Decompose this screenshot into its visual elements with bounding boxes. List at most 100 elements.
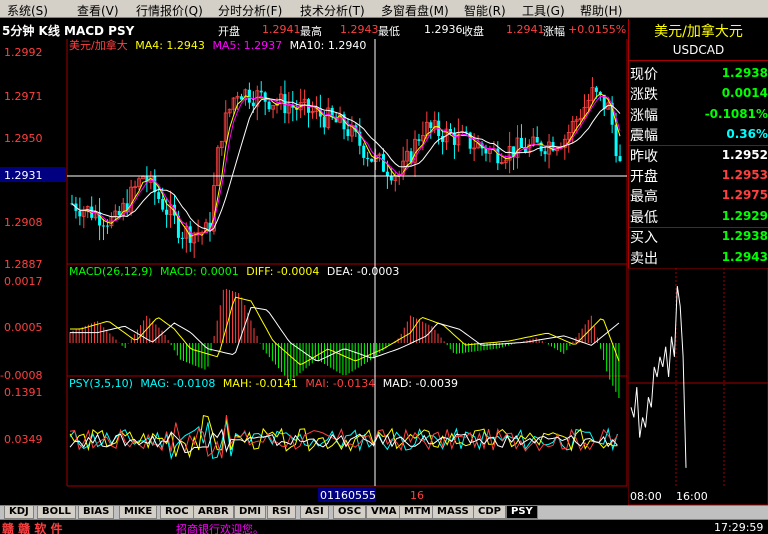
ma10-value: MA10: 1.2940 bbox=[290, 39, 367, 52]
ma5-value: MA5: 1.2937 bbox=[212, 39, 282, 52]
mad-value: MAD: -0.0039 bbox=[383, 377, 458, 390]
low-label: 最低 bbox=[378, 25, 400, 38]
brand-name: 赣 赣 软 件 bbox=[2, 522, 63, 534]
tab-boll[interactable]: BOLL bbox=[37, 506, 76, 519]
quote-label: 开盘 bbox=[630, 169, 658, 185]
tab-roc[interactable]: ROC bbox=[160, 506, 194, 519]
menu-system[interactable]: 系统(S) bbox=[7, 2, 48, 19]
tab-cdp[interactable]: CDP bbox=[473, 506, 506, 519]
close-value: 1.2941 bbox=[506, 23, 545, 36]
menu-quotes[interactable]: 行情报价(Q) bbox=[136, 2, 203, 19]
status-bar: 赣 赣 软 件 招商银行欢迎您。 17:29:59 bbox=[0, 519, 768, 534]
tab-bias[interactable]: BIAS bbox=[78, 506, 115, 519]
quote-value: 1.2929 bbox=[721, 208, 768, 223]
high-label: 最高 bbox=[300, 25, 322, 38]
quote-row: 涨跌 0.0014 bbox=[629, 83, 768, 103]
quote-row: 买入 1.2938 bbox=[629, 226, 768, 246]
quote-row: 卖出 1.2943 bbox=[629, 247, 768, 267]
svg-text:MACD(26,12,9) MACD: 0.0001: MACD(26,12,9) MACD: 0.0001 DIFF: -0.0004… bbox=[69, 265, 399, 278]
menu-smart[interactable]: 智能(R) bbox=[464, 2, 506, 19]
svg-text:PSY(3,5,10) MAG: -0.0108: PSY(3,5,10) MAG: -0.0108 MAH: -0.0141 MA… bbox=[69, 377, 458, 390]
tab-vma[interactable]: VMA bbox=[366, 506, 402, 519]
quote-value: 1.2938 bbox=[721, 66, 768, 80]
macd-tick: 0.0017 bbox=[4, 275, 43, 288]
clock: 17:29:59 bbox=[714, 521, 764, 534]
tab-arbr[interactable]: ARBR bbox=[193, 506, 234, 519]
price-tick: 1.2971 bbox=[4, 90, 43, 103]
quote-label: 涨跌 bbox=[630, 87, 658, 104]
tab-dmi[interactable]: DMI bbox=[234, 506, 266, 519]
tab-rsi[interactable]: RSI bbox=[267, 506, 296, 519]
quote-panel: 美元/加拿大元 USDCAD 现价 1.2938 涨跌 0.0014 涨幅 -0.1081… bbox=[628, 19, 768, 268]
diff-value: DIFF: -0.0004 bbox=[246, 265, 319, 278]
quote-value: 1.2952 bbox=[721, 147, 768, 162]
menu-help[interactable]: 帮助(H) bbox=[580, 2, 622, 19]
menu-view[interactable]: 查看(V) bbox=[77, 2, 119, 19]
dea-value: DEA: -0.0003 bbox=[327, 265, 399, 278]
quote-label: 昨收 bbox=[630, 148, 658, 165]
period-title: 5分钟 K线 MACD PSY bbox=[2, 24, 135, 38]
quote-label: 最高 bbox=[630, 189, 658, 206]
change-label: 涨幅 bbox=[543, 25, 565, 38]
quote-label: 卖出 bbox=[630, 250, 658, 267]
quote-value: 1.2953 bbox=[721, 168, 768, 182]
quote-row: 震幅 0.36% bbox=[629, 124, 768, 144]
quote-value: -0.1081% bbox=[704, 106, 768, 121]
quote-label: 涨幅 bbox=[630, 107, 658, 124]
quote-label: 震幅 bbox=[630, 128, 658, 145]
macd-value: MACD: 0.0001 bbox=[160, 265, 239, 278]
quote-value: 1.2938 bbox=[721, 229, 768, 244]
close-label: 收盘 bbox=[462, 25, 484, 38]
ma4-value: MA4: 1.2943 bbox=[135, 39, 205, 52]
tab-mike[interactable]: MIKE bbox=[119, 506, 158, 519]
low-value: 1.2936 bbox=[424, 23, 463, 36]
quote-value: 1.2943 bbox=[721, 249, 768, 264]
price-tick: 1.2908 bbox=[4, 216, 43, 229]
macd-tick: -0.0008 bbox=[0, 369, 42, 382]
tab-mtm[interactable]: MTM bbox=[399, 506, 436, 519]
tab-psy[interactable]: PSY bbox=[506, 506, 538, 519]
tab-kdj[interactable]: KDJ bbox=[4, 506, 34, 519]
quote-info-bar: 5分钟 K线 MACD PSY 开盘 1.2941 最高 1.2943 最低 1… bbox=[0, 19, 628, 39]
tab-osc[interactable]: OSC bbox=[333, 506, 367, 519]
macd-tick: 0.0005 bbox=[4, 321, 43, 334]
kline-chart[interactable]: 1.2992 1.2971 1.2950 1.2931 1.2908 1.288… bbox=[0, 39, 628, 505]
high-value: 1.2943 bbox=[340, 23, 379, 36]
intraday-chart[interactable]: 08:00 16:00 bbox=[628, 268, 768, 505]
psy-tick: 0.0349 bbox=[4, 433, 43, 446]
menu-multiwindow[interactable]: 多窗看盘(M) bbox=[381, 2, 449, 19]
quote-value: 0.36% bbox=[726, 127, 768, 142]
price-tick: 1.2950 bbox=[4, 132, 43, 145]
instrument-name: 美元/加拿大元 bbox=[654, 24, 743, 40]
psy-name: PSY(3,5,10) bbox=[69, 377, 133, 390]
menu-technical[interactable]: 技术分析(T) bbox=[300, 2, 365, 19]
open-value: 1.2941 bbox=[262, 23, 301, 36]
mah-value: MAH: -0.0141 bbox=[223, 377, 298, 390]
svg-text:美元/加拿大 MA4: 1.2943 MA5: 美元/加拿大 MA4: 1.2943 MA5: 1.2937 MA10: 1.2… bbox=[69, 39, 366, 52]
quote-row: 昨收 1.2952 bbox=[629, 145, 768, 165]
quote-label: 现价 bbox=[630, 67, 658, 83]
cursor-minute: 16 bbox=[410, 489, 424, 502]
change-value: +0.0155% bbox=[568, 23, 627, 36]
mini-time-end: 16:00 bbox=[676, 490, 708, 503]
mini-time-start: 08:00 bbox=[630, 490, 662, 503]
quote-value: 1.2975 bbox=[721, 188, 768, 203]
tab-asi[interactable]: ASI bbox=[300, 506, 329, 519]
marquee-text: 招商银行欢迎您。 bbox=[176, 523, 264, 534]
quote-row: 现价 1.2938 bbox=[629, 63, 768, 83]
menu-timeshare[interactable]: 分时分析(F) bbox=[218, 2, 282, 19]
menu-tools[interactable]: 工具(G) bbox=[522, 2, 565, 19]
quote-row: 最高 1.2975 bbox=[629, 185, 768, 205]
macd-name: MACD(26,12,9) bbox=[69, 265, 153, 278]
tab-mass[interactable]: MASS bbox=[432, 506, 474, 519]
instrument-code: USDCAD bbox=[672, 43, 725, 57]
price-series-name: 美元/加拿大 bbox=[69, 39, 128, 52]
quote-label: 买入 bbox=[630, 230, 658, 247]
quote-value: 0.0014 bbox=[721, 86, 768, 101]
menu-bar: 系统(S) 查看(V) 行情报价(Q) 分时分析(F) 技术分析(T) 多窗看盘… bbox=[0, 0, 768, 18]
price-tick: 1.2887 bbox=[4, 258, 43, 271]
open-label: 开盘 bbox=[218, 25, 240, 38]
cursor-date: 01160555 bbox=[320, 489, 376, 502]
quote-label: 最低 bbox=[630, 209, 658, 226]
cursor-price: 1.2931 bbox=[4, 169, 43, 182]
